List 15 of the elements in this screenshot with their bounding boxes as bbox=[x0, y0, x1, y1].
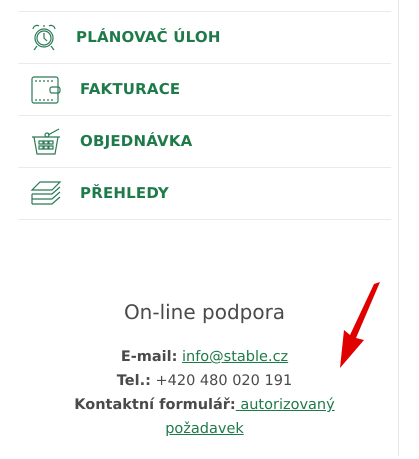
wallet-icon bbox=[30, 74, 62, 104]
menu-item[interactable]: FAKTURACE bbox=[18, 64, 391, 116]
request-link[interactable]: požadavek bbox=[165, 417, 244, 441]
phone-line: Tel.: +420 480 020 191 bbox=[116, 372, 292, 391]
alarm-clock-icon bbox=[30, 22, 58, 52]
menu-item[interactable]: PLÁNOVAČ ÚLOH bbox=[18, 12, 391, 64]
email-link[interactable]: info@stable.cz bbox=[182, 349, 288, 365]
stacked-layers-icon bbox=[30, 180, 62, 208]
request-link[interactable]: autorizovaný bbox=[236, 397, 335, 413]
email-line: E-mail: info@stable.cz bbox=[120, 348, 288, 367]
basket-icon bbox=[30, 126, 62, 156]
menu-item[interactable]: OBJEDNÁVKA bbox=[18, 116, 391, 168]
support-heading: On-line podpora bbox=[124, 299, 286, 326]
contact-form-line: Kontaktní formulář: autorizovaný bbox=[74, 396, 335, 415]
menu-item[interactable]: PŘEHLEDY bbox=[18, 168, 391, 220]
